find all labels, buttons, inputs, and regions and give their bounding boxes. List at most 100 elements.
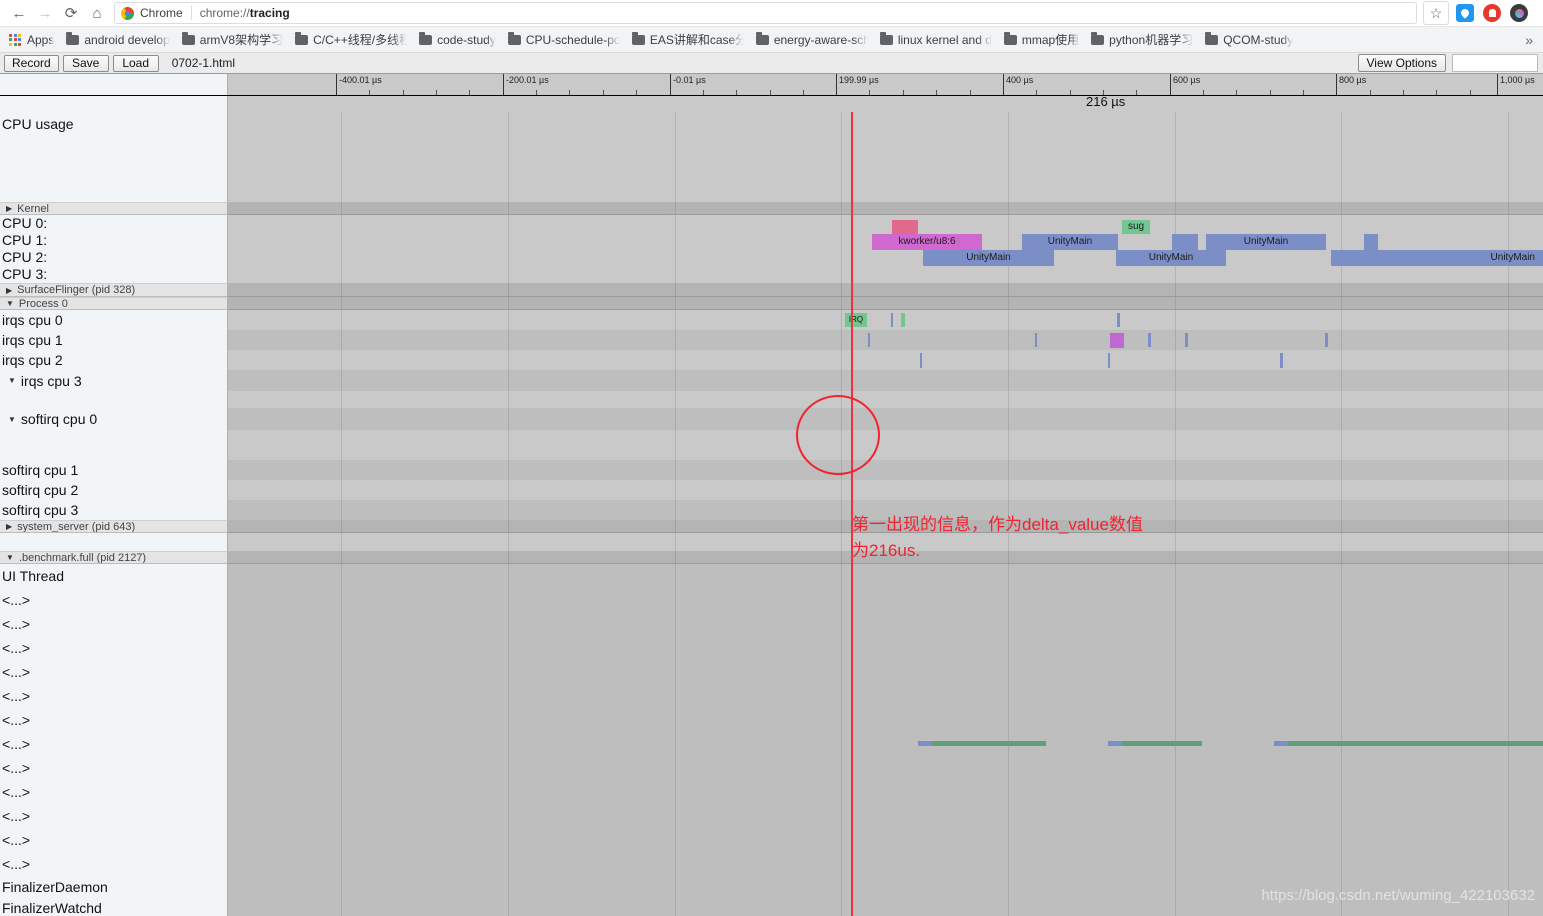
bookmark-item[interactable]: energy-aware-scheduling	[751, 31, 875, 49]
cpu-rows-block[interactable]: CPU 0: CPU 1: CPU 2: CPU 3: sug kworker/…	[0, 215, 1543, 283]
chevron-right-icon[interactable]: ▶	[6, 204, 12, 213]
irq-marker[interactable]	[1185, 333, 1188, 347]
bookmark-item[interactable]: linux kernel and driver	[875, 31, 999, 49]
group-label-process-0[interactable]: ▼ Process 0	[0, 297, 228, 310]
track-body-thread[interactable]	[228, 684, 1543, 708]
irq-marker[interactable]	[868, 333, 870, 347]
track-thread[interactable]: <...>	[0, 684, 1543, 708]
load-button[interactable]: Load	[112, 54, 159, 72]
irq-marker[interactable]	[920, 353, 922, 368]
track-thread[interactable]: <...>	[0, 588, 1543, 612]
track-thread[interactable]: <...>	[0, 756, 1543, 780]
track-irqs-cpu-0[interactable]: irqs cpu 0 IRQ	[0, 310, 1543, 330]
track-softirq-cpu-3[interactable]: softirq cpu 3	[0, 500, 1543, 520]
track-body-thread[interactable]	[228, 756, 1543, 780]
group-label-kernel[interactable]: ▶ Kernel	[0, 202, 228, 215]
irq-marker[interactable]	[1280, 353, 1283, 368]
slice-cpu2-unitymain-a[interactable]: UnityMain	[923, 250, 1054, 266]
track-thread[interactable]: <...>	[0, 660, 1543, 684]
track-body-irqs-cpu-1[interactable]	[228, 330, 1543, 350]
group-system-server[interactable]: ▶ system_server (pid 643)	[0, 520, 1543, 533]
track-irqs-cpu-1[interactable]: irqs cpu 1	[0, 330, 1543, 350]
bookmark-item[interactable]: QCOM-study	[1200, 31, 1300, 49]
irq-marker[interactable]	[891, 313, 893, 327]
bookmark-item[interactable]: CPU-schedule-policy	[503, 31, 627, 49]
track-thread[interactable]: <...>	[0, 780, 1543, 804]
track-finalizer-daemon[interactable]: FinalizerDaemon	[0, 876, 1543, 897]
track-body-thread[interactable]	[228, 780, 1543, 804]
slice-cpu0-sug[interactable]: sug	[1122, 220, 1150, 234]
bookmark-item[interactable]: EAS讲解和case分析	[627, 29, 751, 50]
track-body-thread[interactable]	[228, 588, 1543, 612]
thread-slice-green[interactable]	[932, 741, 1046, 746]
track-cpu-usage[interactable]: CPU usage	[0, 112, 1543, 202]
track-thread[interactable]: <...>	[0, 612, 1543, 636]
track-softirq-cpu-2[interactable]: softirq cpu 2	[0, 480, 1543, 500]
slice-cpu0-pink[interactable]	[892, 220, 918, 234]
bookmark-item[interactable]: armV8架构学习	[177, 29, 290, 50]
track-body-thread[interactable]	[228, 852, 1543, 876]
track-label-softirq-cpu-0[interactable]: ▼ softirq cpu 0	[0, 408, 228, 430]
ruler-canvas[interactable]: -400.01 µs -200.01 µs -0.01 µs 199.99 µs…	[228, 74, 1543, 95]
chevron-down-icon[interactable]: ▼	[6, 553, 14, 562]
irq-marker[interactable]	[1108, 353, 1110, 368]
track-thread[interactable]: <...>	[0, 804, 1543, 828]
chevron-down-icon[interactable]: ▼	[8, 415, 16, 424]
group-surfaceflinger[interactable]: ▶ SurfaceFlinger (pid 328)	[0, 283, 1543, 297]
search-input[interactable]	[1452, 54, 1538, 72]
track-body-thread[interactable]	[228, 708, 1543, 732]
bookmarks-overflow-icon[interactable]: »	[1519, 32, 1539, 48]
track-body-finalizer-daemon[interactable]	[228, 876, 1543, 897]
slice-cpu1-unitymain-a[interactable]: UnityMain	[1022, 234, 1118, 250]
group-label-surfaceflinger[interactable]: ▶ SurfaceFlinger (pid 328)	[0, 283, 228, 297]
slice-cpu1-kworker[interactable]: kworker/u8:6	[872, 234, 982, 250]
cpu-slices-body[interactable]: sug kworker/u8:6 UnityMain UnityMain Uni…	[228, 215, 1543, 283]
address-bar[interactable]: Chrome chrome://tracing	[114, 2, 1417, 24]
irq-marker[interactable]	[1148, 333, 1151, 347]
bookmark-item[interactable]: C/C++线程/多线程	[290, 29, 414, 50]
chevron-right-icon[interactable]: ▶	[6, 286, 12, 295]
track-body-thread[interactable]	[228, 612, 1543, 636]
irq-marker[interactable]	[901, 313, 905, 327]
thread-slice-green[interactable]	[1122, 741, 1202, 746]
irq-slice-magenta[interactable]	[1110, 333, 1124, 348]
track-body-irqs-cpu-0[interactable]: IRQ	[228, 310, 1543, 330]
group-kernel[interactable]: ▶ Kernel	[0, 202, 1543, 215]
timeline-ruler[interactable]: -400.01 µs -200.01 µs -0.01 µs 199.99 µs…	[0, 74, 1543, 96]
track-softirq-cpu-0[interactable]: ▼ softirq cpu 0	[0, 408, 1543, 430]
track-body-finalizer-watchd[interactable]	[228, 897, 1543, 916]
track-irqs-cpu-3[interactable]: ▼ irqs cpu 3	[0, 370, 1543, 391]
group-label-system-server[interactable]: ▶ system_server (pid 643)	[0, 520, 228, 533]
bookmark-item[interactable]: python机器学习	[1086, 29, 1200, 50]
back-icon[interactable]: ←	[6, 1, 32, 25]
track-body-thread[interactable]	[228, 828, 1543, 852]
extension-blue-icon[interactable]	[1456, 4, 1474, 22]
bookmark-star-icon[interactable]: ☆	[1423, 1, 1449, 25]
slice-cpu2-unitymain-d[interactable]: UnityMain	[1331, 250, 1543, 266]
chevron-down-icon[interactable]: ▼	[8, 376, 16, 385]
track-body-ui-thread[interactable]	[228, 564, 1543, 588]
save-button[interactable]: Save	[62, 54, 109, 72]
reload-icon[interactable]: ⟳	[58, 1, 84, 25]
track-body-cpu-usage[interactable]	[228, 112, 1543, 202]
track-body-softirq-cpu-0[interactable]	[228, 408, 1543, 430]
thread-slice-blue[interactable]	[1274, 741, 1288, 746]
irq-marker[interactable]	[1117, 313, 1120, 327]
thread-slice-green[interactable]	[1288, 741, 1543, 746]
group-benchmark-full[interactable]: ▼ .benchmark.full (pid 2127)	[0, 551, 1543, 564]
group-process-0[interactable]: ▼ Process 0	[0, 297, 1543, 310]
slice-cpu1-unitymain-d[interactable]	[1364, 234, 1378, 250]
track-thread[interactable]: <...>	[0, 636, 1543, 660]
thread-slice-blue[interactable]	[918, 741, 932, 746]
chevron-down-icon[interactable]: ▼	[6, 299, 14, 308]
irq-marker[interactable]	[1325, 333, 1328, 347]
slice-cpu1-unitymain-c[interactable]: UnityMain	[1206, 234, 1326, 250]
thread-slice-blue[interactable]	[1108, 741, 1122, 746]
slice-irq[interactable]: IRQ	[845, 313, 867, 327]
track-body-thread[interactable]	[228, 804, 1543, 828]
bookmark-item[interactable]: code-study	[414, 31, 503, 49]
track-thread[interactable]: <...>	[0, 852, 1543, 876]
chevron-right-icon[interactable]: ▶	[6, 522, 12, 531]
track-body-thread[interactable]	[228, 636, 1543, 660]
extension-dark-icon[interactable]	[1510, 4, 1528, 22]
